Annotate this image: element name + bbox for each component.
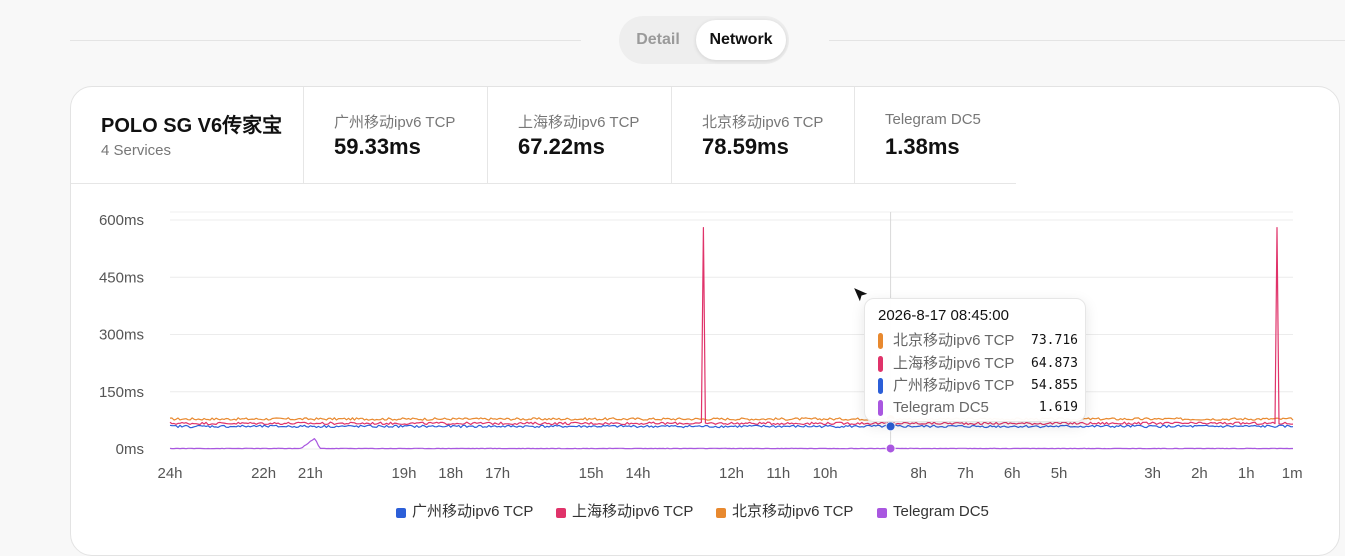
- series-line: [169, 438, 1293, 450]
- chart-tooltip: 2026-8-17 08:45:00 北京移动ipv6 TCP 73.716 上…: [864, 298, 1086, 422]
- tooltip-row: 广州移动ipv6 TCP 54.855: [878, 376, 1078, 396]
- series-line: [169, 424, 1294, 429]
- x-tick-label: 7h: [957, 465, 974, 482]
- x-tick-label: 22h: [251, 465, 276, 482]
- y-tick-label: 0ms: [116, 441, 144, 458]
- series-line: [169, 417, 1294, 421]
- tooltip-series-name: Telegram DC5: [893, 399, 989, 416]
- x-tick-label: 10h: [813, 465, 838, 482]
- series-color-marker: [878, 356, 883, 372]
- y-tick-label: 450ms: [99, 269, 144, 286]
- tooltip-series-name: 北京移动ipv6 TCP: [893, 332, 1015, 349]
- y-tick-label: 600ms: [99, 212, 144, 229]
- tooltip-row: 北京移动ipv6 TCP 73.716: [878, 331, 1078, 351]
- x-tick-label: 3h: [1144, 465, 1161, 482]
- tooltip-series-name: 上海移动ipv6 TCP: [893, 355, 1015, 372]
- x-tick-label: 5h: [1051, 465, 1068, 482]
- legend-swatch: [877, 508, 887, 518]
- x-tick-label: 1h: [1238, 465, 1255, 482]
- x-tick-label: 15h: [579, 465, 604, 482]
- series-color-marker: [878, 333, 883, 349]
- legend-label: 广州移动ipv6 TCP: [412, 503, 534, 520]
- x-tick-label: 19h: [391, 465, 416, 482]
- tooltip-series-value: 64.873: [1031, 356, 1078, 371]
- x-tick-label: 24h: [157, 465, 182, 482]
- x-tick-label: 6h: [1004, 465, 1021, 482]
- legend-swatch: [396, 508, 406, 518]
- y-tick-label: 150ms: [99, 384, 144, 401]
- x-tick-label: 11h: [766, 465, 790, 482]
- x-tick-label: 12h: [719, 465, 744, 482]
- tooltip-series-name: 广州移动ipv6 TCP: [893, 377, 1015, 394]
- legend-swatch: [556, 508, 566, 518]
- legend-label: 北京移动ipv6 TCP: [732, 503, 854, 520]
- tooltip-time: 2026-8-17 08:45:00: [878, 307, 1009, 324]
- tooltip-series-value: 1.619: [1038, 400, 1078, 415]
- x-tick-label: 17h: [485, 465, 510, 482]
- x-tick-label: 14h: [625, 465, 650, 482]
- legend-label: 上海移动ipv6 TCP: [572, 503, 694, 520]
- legend-swatch: [716, 508, 726, 518]
- tooltip-row: Telegram DC5 1.619: [878, 398, 1078, 418]
- x-tick-label: 2h: [1191, 465, 1208, 482]
- series-color-marker: [878, 400, 883, 416]
- hover-point: [885, 443, 896, 454]
- y-tick-label: 300ms: [99, 327, 144, 344]
- x-tick-label: 1m: [1282, 465, 1303, 482]
- x-tick-label: 18h: [438, 465, 463, 482]
- hover-point: [885, 421, 896, 432]
- latency-chart[interactable]: 600ms 450ms 300ms 150ms 0ms 24h 22h 21h 19h 18h 17…: [0, 0, 1345, 500]
- tooltip-row: 上海移动ipv6 TCP 64.873: [878, 354, 1078, 374]
- tooltip-series-value: 73.716: [1031, 333, 1078, 348]
- x-tick-label: 8h: [910, 465, 927, 482]
- legend-label: Telegram DC5: [893, 503, 989, 520]
- series-color-marker: [878, 378, 883, 394]
- tooltip-series-value: 54.855: [1031, 378, 1078, 393]
- series-line: [169, 227, 1294, 426]
- x-tick-label: 21h: [298, 465, 323, 482]
